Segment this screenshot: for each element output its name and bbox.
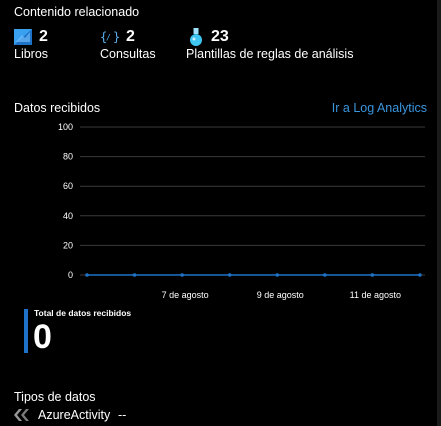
query-icon: { / } bbox=[100, 30, 120, 44]
templates-count: 23 bbox=[211, 28, 229, 45]
workbooks-label: Libros bbox=[14, 47, 49, 61]
log-analytics-link[interactable]: Ir a Log Analytics bbox=[332, 101, 427, 115]
related-workbooks[interactable]: 2 Libros bbox=[14, 28, 74, 64]
chart-y-axis: 100 80 60 40 20 0 bbox=[58, 122, 73, 280]
data-point[interactable] bbox=[323, 273, 327, 277]
data-received-chart: 100 80 60 40 20 0 7 de agosto 9 de agosto 11 de… bbox=[58, 122, 425, 300]
activity-log-icon bbox=[14, 409, 29, 421]
chart-x-axis: 7 de agosto 9 de agosto 11 de agosto bbox=[162, 290, 401, 300]
related-queries[interactable]: { / } 2 Consultas bbox=[100, 28, 170, 64]
workbooks-count: 2 bbox=[39, 28, 48, 45]
chart-gridlines bbox=[80, 126, 425, 276]
y-tick-label: 40 bbox=[63, 211, 73, 221]
workbook-icon bbox=[14, 29, 32, 45]
data-received-title: Datos recibidos bbox=[14, 101, 101, 115]
templates-label: Plantillas de reglas de análisis bbox=[186, 47, 354, 61]
data-types-title: Tipos de datos bbox=[14, 390, 96, 404]
kpi-accent-bar bbox=[24, 309, 28, 353]
y-tick-label: 60 bbox=[63, 181, 73, 191]
chart-series bbox=[85, 273, 422, 277]
data-type-row[interactable]: AzureActivity -- bbox=[14, 408, 214, 424]
data-point[interactable] bbox=[227, 273, 232, 277]
svg-text:}: } bbox=[113, 30, 120, 44]
y-tick-label: 20 bbox=[63, 240, 73, 250]
y-tick-label: 0 bbox=[68, 270, 73, 280]
data-point[interactable] bbox=[180, 273, 184, 277]
related-analytics-rule-templates[interactable]: 23 Plantillas de reglas de análisis bbox=[186, 28, 361, 64]
data-type-value: -- bbox=[118, 408, 127, 422]
y-tick-label: 80 bbox=[63, 152, 73, 162]
data-point[interactable] bbox=[418, 273, 422, 277]
x-tick-label: 9 de agosto bbox=[257, 290, 304, 300]
svg-text:/: / bbox=[106, 33, 111, 42]
data-point[interactable] bbox=[132, 273, 137, 277]
flask-icon bbox=[190, 28, 202, 46]
queries-count: 2 bbox=[126, 28, 135, 45]
data-point[interactable] bbox=[275, 273, 280, 277]
kpi-label: Total de datos recibidos bbox=[34, 308, 132, 318]
data-point[interactable] bbox=[85, 273, 89, 277]
panel-edge bbox=[437, 0, 441, 426]
queries-label: Consultas bbox=[100, 47, 156, 61]
y-tick-label: 100 bbox=[58, 122, 73, 132]
data-type-name: AzureActivity bbox=[38, 408, 111, 422]
x-tick-label: 11 de agosto bbox=[350, 290, 401, 300]
x-tick-label: 7 de agosto bbox=[162, 290, 209, 300]
data-point[interactable] bbox=[370, 273, 375, 277]
kpi-value: 0 bbox=[33, 318, 52, 356]
related-content-title: Contenido relacionado bbox=[14, 5, 140, 19]
